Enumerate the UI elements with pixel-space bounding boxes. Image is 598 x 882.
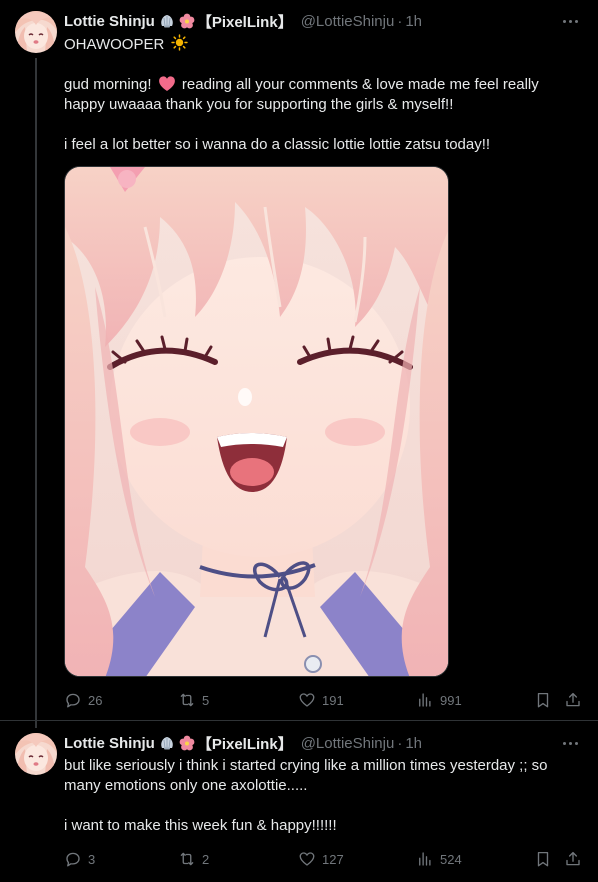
pink-heart-emoji-icon — [158, 76, 175, 91]
anime-girl-illustration — [65, 167, 448, 676]
retweet-icon — [178, 691, 196, 709]
like-count: 127 — [322, 851, 344, 867]
shell-emoji-icon — [159, 13, 175, 29]
share-button[interactable] — [564, 690, 582, 710]
tweet-line-empty — [64, 796, 579, 816]
retweet-button[interactable]: 2 — [178, 849, 209, 869]
views-count: 991 — [440, 692, 462, 708]
share-icon — [564, 691, 582, 709]
author-handle[interactable]: @LottieShinju — [301, 735, 395, 752]
share-icon — [564, 850, 582, 868]
tweet-line: many emotions only one axolottie..... — [64, 777, 308, 794]
tweet-line: gud morning! reading all your comments &… — [64, 76, 539, 93]
reply-icon — [64, 850, 82, 868]
bookmark-button[interactable] — [534, 849, 552, 869]
more-icon[interactable] — [558, 11, 582, 31]
retweet-count: 5 — [202, 692, 210, 708]
more-icon[interactable] — [558, 733, 582, 753]
avatar[interactable] — [15, 11, 57, 53]
tweet-header: Lottie Shinju 【PixelLink】 @LottieShinju … — [64, 10, 422, 32]
tweet-line-empty — [64, 55, 579, 75]
tweet-line: i want to make this week fun & happy!!!!… — [64, 817, 337, 834]
like-button[interactable]: 191 — [298, 690, 344, 710]
heart-icon — [298, 691, 316, 709]
views-count: 524 — [440, 851, 462, 867]
tweet-line: happy uwaaaa thank you for supporting th… — [64, 96, 454, 113]
author-org-tag: 【PixelLink】 — [196, 13, 293, 31]
tweet-header: Lottie Shinju 【PixelLink】 @LottieShinju … — [64, 732, 422, 754]
shell-emoji-icon — [159, 735, 175, 751]
author-org-tag: 【PixelLink】 — [196, 735, 293, 753]
like-button[interactable]: 127 — [298, 849, 344, 869]
retweet-button[interactable]: 5 — [178, 690, 209, 710]
like-count: 191 — [322, 692, 344, 708]
reply-button[interactable]: 26 — [64, 690, 102, 710]
tweet-text: OHAWOOPER gud morning! reading all your … — [64, 34, 579, 155]
retweet-count: 2 — [202, 851, 210, 867]
author-name[interactable]: Lottie Shinju — [64, 735, 155, 752]
tweet-actions: 26 5 191 991 — [64, 690, 584, 710]
tweet[interactable]: Lottie Shinju 【PixelLink】 @LottieShinju … — [0, 0, 598, 728]
reply-button[interactable]: 3 — [64, 849, 95, 869]
tweet-line: i feel a lot better so i wanna do a clas… — [64, 136, 491, 153]
bookmark-button[interactable] — [534, 690, 552, 710]
separator-dot: · — [397, 734, 403, 752]
reply-icon — [64, 691, 82, 709]
views-icon — [416, 691, 434, 709]
sun-emoji-icon — [171, 34, 189, 51]
heart-icon — [298, 850, 316, 868]
tweet-line-empty — [64, 115, 579, 135]
tweet-image[interactable] — [64, 166, 449, 677]
thread-connector-line — [35, 58, 37, 728]
author-name[interactable]: Lottie Shinju — [64, 13, 155, 30]
views-button[interactable]: 524 — [416, 849, 462, 869]
bookmark-icon — [534, 850, 552, 868]
hibiscus-emoji-icon — [179, 13, 195, 29]
tweet-line: OHAWOOPER — [64, 34, 579, 55]
tweet-text: but like seriously i think i started cry… — [64, 756, 579, 836]
share-button[interactable] — [564, 849, 582, 869]
hibiscus-emoji-icon — [179, 735, 195, 751]
timestamp[interactable]: 1h — [405, 735, 422, 752]
retweet-icon — [178, 850, 196, 868]
author-handle[interactable]: @LottieShinju — [301, 13, 395, 30]
views-button[interactable]: 991 — [416, 690, 462, 710]
avatar[interactable] — [15, 733, 57, 775]
reply-count: 26 — [88, 692, 103, 708]
tweet-line: but like seriously i think i started cry… — [64, 757, 548, 774]
tweet-actions: 3 2 127 524 — [64, 849, 584, 869]
tweet[interactable]: Lottie Shinju 【PixelLink】 @LottieShinju … — [0, 720, 598, 882]
bookmark-icon — [534, 691, 552, 709]
separator-dot: · — [397, 12, 403, 30]
reply-count: 3 — [88, 851, 96, 867]
views-icon — [416, 850, 434, 868]
timestamp[interactable]: 1h — [405, 13, 422, 30]
